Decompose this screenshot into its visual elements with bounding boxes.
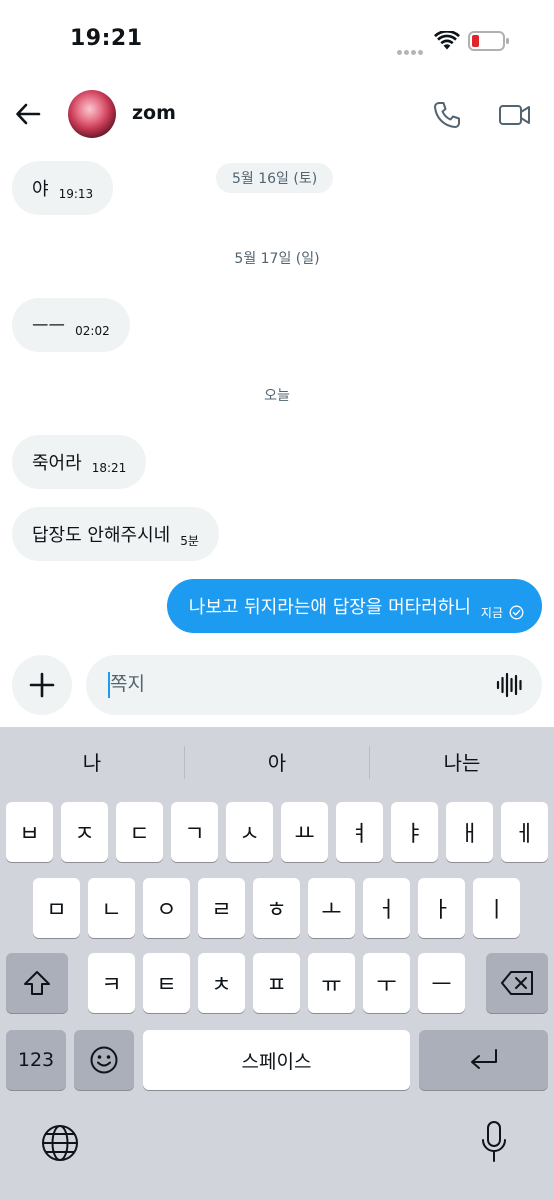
message-text: 답장도 안해주시네 xyxy=(32,525,171,546)
key[interactable]: ㄷ xyxy=(116,802,163,862)
conversation-header: zom xyxy=(0,80,554,152)
back-arrow-icon[interactable] xyxy=(14,100,42,128)
message-text: ㅡㅡ xyxy=(32,316,66,337)
key[interactable]: ㅔ xyxy=(501,802,548,862)
received-message[interactable]: 죽어라 18:21 xyxy=(12,435,147,489)
message-text: 죽어라 xyxy=(32,453,82,474)
message-time: 18:21 xyxy=(91,461,127,475)
avatar[interactable] xyxy=(68,90,116,138)
return-key[interactable] xyxy=(419,1030,548,1090)
key[interactable]: ㅂ xyxy=(6,802,53,862)
video-camera-icon[interactable] xyxy=(498,100,532,130)
battery-icon xyxy=(468,31,509,51)
keyboard: 나 아 나는 ㅂ ㅈ ㄷ ㄱ ㅅ ㅛ ㅕ ㅑ ㅐ ㅔ ㅁ ㄴ ㅇ ㄹ ㅎ ㅗ ㅓ… xyxy=(0,727,554,1200)
signal-dots-icon xyxy=(397,40,427,55)
message-text: 나보고 뒤지라는애 답장을 머타러하니 xyxy=(188,597,471,618)
received-message[interactable]: ㅡㅡ 02:02 xyxy=(12,298,130,352)
message-text: 야 xyxy=(32,179,49,200)
key[interactable]: ㄱ xyxy=(171,802,218,862)
numbers-key[interactable]: 123 xyxy=(6,1030,66,1090)
key[interactable]: ㅠ xyxy=(308,953,355,1013)
backspace-icon xyxy=(501,971,533,995)
globe-icon[interactable] xyxy=(40,1123,80,1163)
status-time: 19:21 xyxy=(70,26,143,51)
shift-key[interactable] xyxy=(6,953,68,1013)
plus-icon xyxy=(29,672,55,698)
date-separator: 5월 17일 (일) xyxy=(234,251,320,267)
key[interactable]: ㅡ xyxy=(418,953,465,1013)
key[interactable]: ㅍ xyxy=(253,953,300,1013)
emoji-key[interactable] xyxy=(74,1030,134,1090)
key[interactable]: ㅜ xyxy=(363,953,410,1013)
check-circle-icon xyxy=(509,605,524,619)
key[interactable]: ㅅ xyxy=(226,802,273,862)
message-time: 지금 xyxy=(480,605,503,620)
key[interactable]: ㅎ xyxy=(253,878,300,938)
received-message[interactable]: 답장도 안해주시네 5분 xyxy=(12,507,219,561)
key[interactable]: ㅁ xyxy=(33,878,80,938)
message-composer[interactable]: 쪽지 xyxy=(86,655,542,715)
key[interactable]: ㅈ xyxy=(61,802,108,862)
backspace-key[interactable] xyxy=(486,953,548,1013)
key[interactable]: ㅕ xyxy=(336,802,383,862)
key[interactable]: ㄴ xyxy=(88,878,135,938)
phone-icon[interactable] xyxy=(432,100,462,130)
message-time: 19:13 xyxy=(58,187,94,201)
suggestion-item[interactable]: 아 xyxy=(185,747,369,776)
microphone-icon[interactable] xyxy=(480,1120,508,1164)
key[interactable]: ㅛ xyxy=(281,802,328,862)
received-message[interactable]: 야 19:13 xyxy=(12,161,114,215)
suggestion-item[interactable]: 나 xyxy=(0,747,184,776)
waveform-icon[interactable] xyxy=(496,671,524,699)
key[interactable]: ㅇ xyxy=(143,878,190,938)
key[interactable]: ㅐ xyxy=(446,802,493,862)
key[interactable]: ㅗ xyxy=(308,878,355,938)
wifi-icon xyxy=(434,31,460,50)
contact-name[interactable]: zom xyxy=(132,102,176,124)
return-icon xyxy=(470,1049,497,1069)
space-key[interactable]: 스페이스 xyxy=(143,1030,410,1090)
key[interactable]: ㅣ xyxy=(473,878,520,938)
key[interactable]: ㅋ xyxy=(88,953,135,1013)
sent-message[interactable]: 나보고 뒤지라는애 답장을 머타러하니 지금 xyxy=(166,579,542,633)
message-time: 02:02 xyxy=(75,324,110,338)
emoji-icon xyxy=(90,1046,118,1074)
key[interactable]: ㄹ xyxy=(198,878,245,938)
message-time: 5분 xyxy=(180,533,199,548)
shift-icon xyxy=(24,971,50,995)
status-bar: 19:21 xyxy=(0,0,554,80)
key[interactable]: ㅊ xyxy=(198,953,245,1013)
key[interactable]: ㅌ xyxy=(143,953,190,1013)
key[interactable]: ㅓ xyxy=(363,878,410,938)
add-media-button[interactable] xyxy=(12,655,72,715)
key[interactable]: ㅏ xyxy=(418,878,465,938)
suggestion-bar: 나 아 나는 xyxy=(0,727,554,797)
suggestion-item[interactable]: 나는 xyxy=(370,747,554,776)
key[interactable]: ㅑ xyxy=(391,802,438,862)
date-separator: 오늘 xyxy=(264,388,290,404)
date-separator: 5월 16일 (토) xyxy=(216,163,334,193)
message-input[interactable]: 쪽지 xyxy=(110,669,145,696)
